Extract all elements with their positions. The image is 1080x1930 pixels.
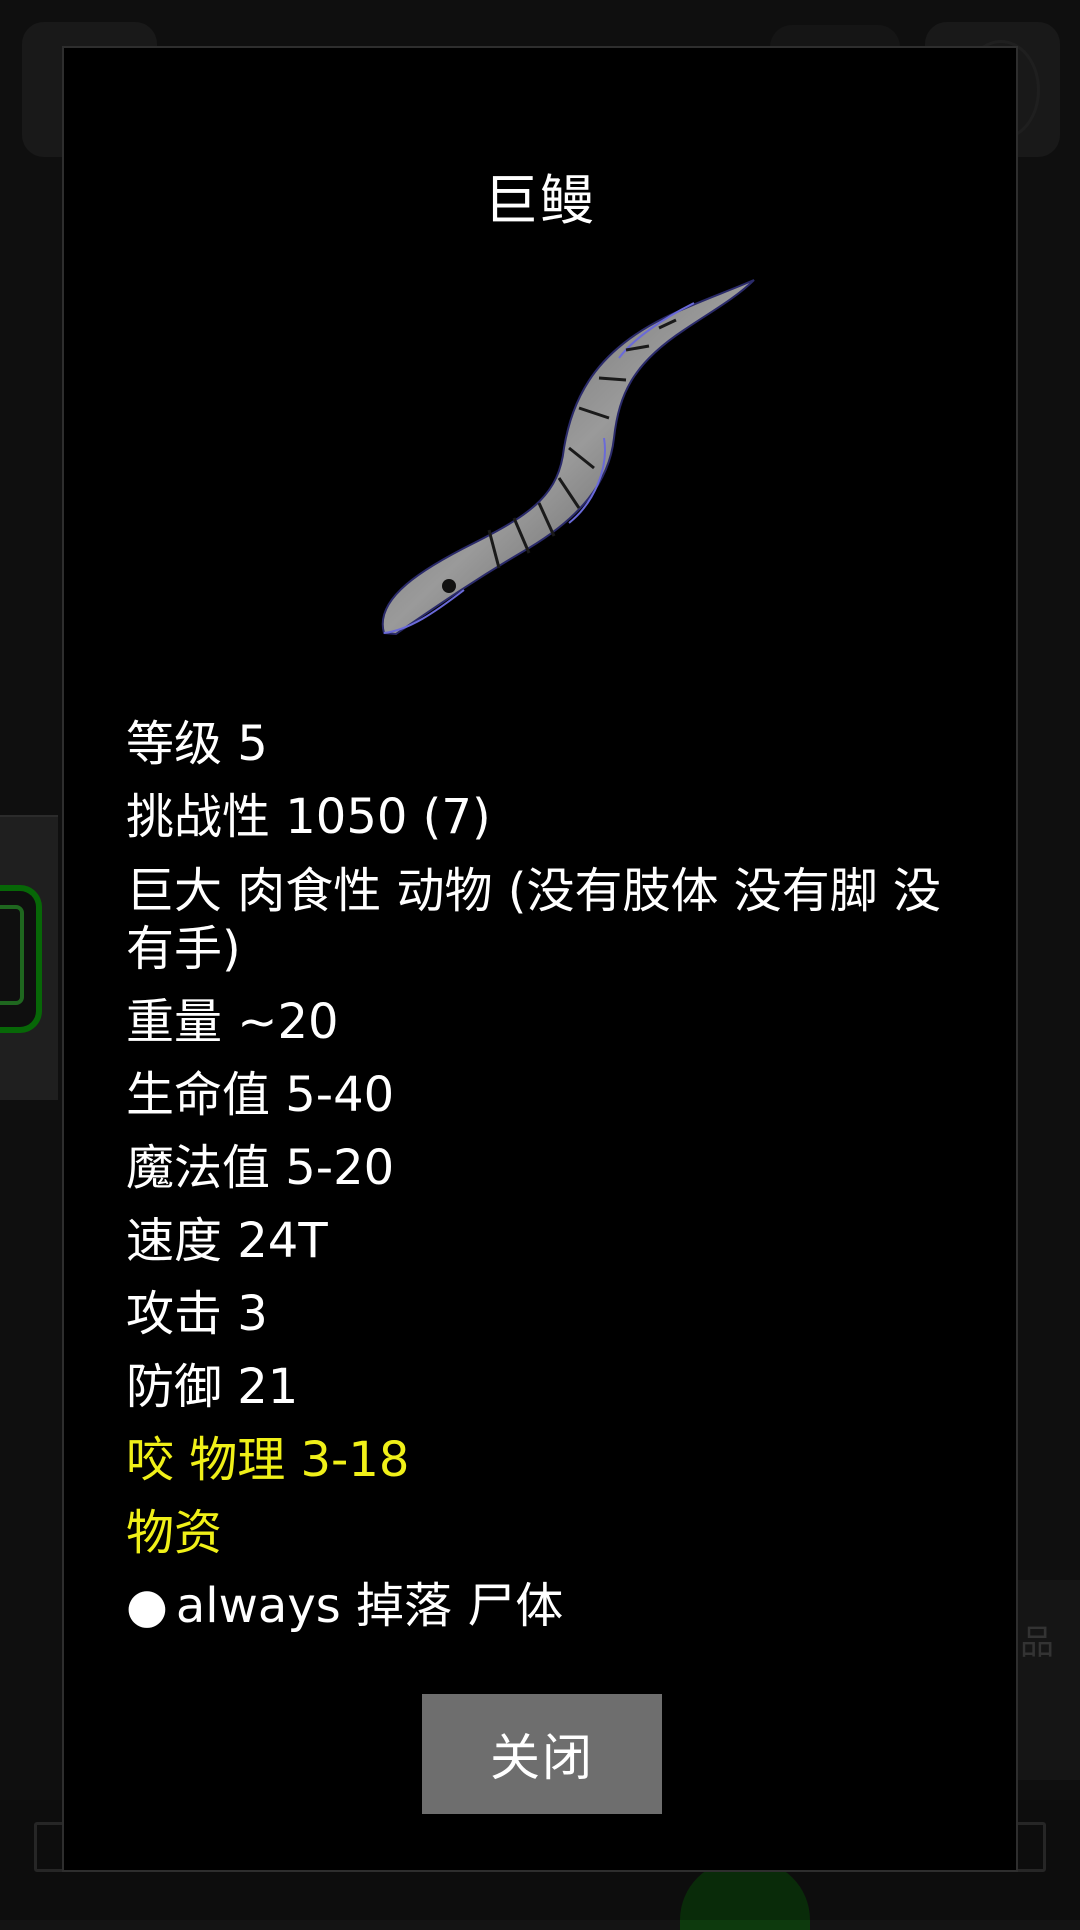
stat-challenge: 挑战性 1050 (7) [126, 789, 491, 845]
stat-traits: 巨大 肉食性 动物 (没有肢体 没有脚 没有手) [126, 863, 942, 977]
stat-level: 等级 5 [126, 716, 268, 772]
stat-speed: 速度 24T [126, 1213, 328, 1269]
close-button[interactable]: 关闭 [422, 1694, 662, 1814]
bullet-icon: ● [126, 1578, 168, 1634]
stat-mp: 魔法值 5-20 [126, 1140, 395, 1196]
creature-info-dialog: 巨鳗 等级 5 挑战性 1050 (7) 巨大 肉食性 动物 (没有肢体 没有脚… [62, 46, 1018, 1872]
loot-item-text: always 掉落 尸体 [175, 1578, 564, 1634]
loot-header: 物资 [126, 1505, 223, 1561]
creature-name-title: 巨鳗 [484, 169, 596, 232]
creature-stats: 等级 5 挑战性 1050 (7) 巨大 肉食性 动物 (没有肢体 没有脚 没有… [126, 708, 966, 1643]
stat-hp: 生命值 5-40 [126, 1067, 395, 1123]
giant-eel-sprite [381, 279, 755, 636]
stat-bite-attack: 咬 物理 3-18 [126, 1432, 410, 1488]
stat-defense: 防御 21 [126, 1359, 299, 1415]
loot-item: ● always 掉落 尸体 [126, 1570, 966, 1643]
stat-attack: 攻击 3 [126, 1286, 268, 1342]
stat-weight: 重量 ~20 [126, 994, 339, 1050]
